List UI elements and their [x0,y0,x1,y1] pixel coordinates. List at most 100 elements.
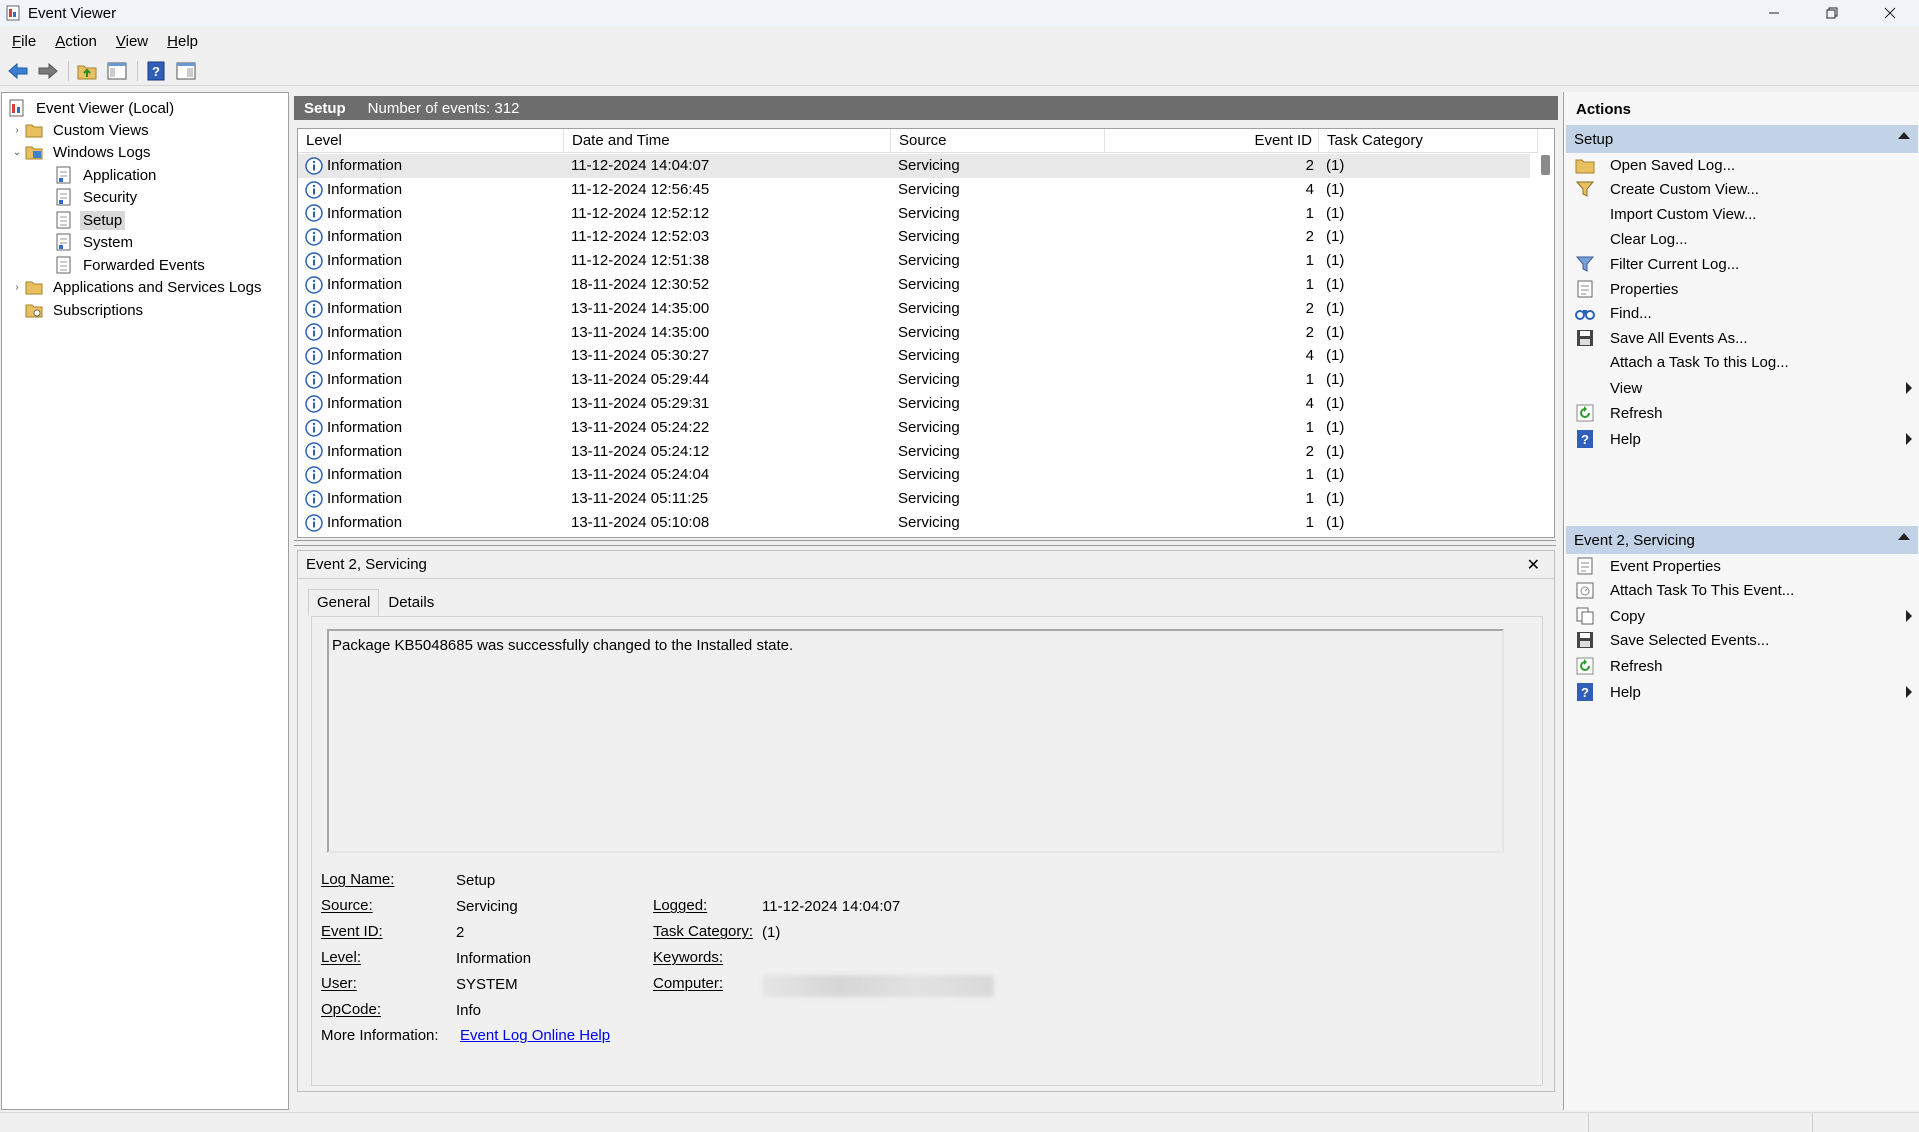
table-row[interactable]: Information 13-11-2024 05:29:31 Servicing 4… [298,392,1530,416]
close-icon[interactable]: ✕ [1527,555,1540,575]
tree-label: Windows Logs [53,143,151,161]
action-label: Attach Task To This Event... [1610,581,1795,599]
table-scrollbar[interactable] [1538,151,1552,537]
event-log-online-help-link[interactable]: Event Log Online Help [460,1027,610,1044]
action-attach-task-to-log[interactable]: Attach a Task To this Log... [1574,348,1914,376]
action-import-custom-view[interactable]: Import Custom View... [1574,200,1914,228]
tree-item-application[interactable]: Application [54,164,159,186]
tree-item-forwarded-events[interactable]: Forwarded Events [54,254,208,276]
action-find[interactable]: Find... [1574,299,1914,327]
table-row[interactable]: Information 18-11-2024 12:30:52 Servicing 1… [298,273,1530,297]
show-hide-tree-button[interactable] [105,59,129,83]
chevron-right-icon[interactable]: › [10,125,24,136]
chevron-down-icon[interactable]: ⌄ [10,147,24,158]
action-attach-task-to-event[interactable]: Attach Task To This Event... [1574,576,1914,604]
action-save-selected-events[interactable]: Save Selected Events... [1574,626,1914,654]
value-log-name: Setup [456,872,496,889]
table-row[interactable]: Information 13-11-2024 05:30:27 Servicing 4… [298,344,1530,368]
table-row[interactable]: Information 11-12-2024 12:51:38 Servicing 1… [298,249,1530,273]
svg-text:?: ? [1581,685,1589,700]
action-label: Import Custom View... [1610,205,1757,223]
value-task-category: (1) [762,924,781,941]
table-row[interactable]: Information 13-11-2024 05:29:44 Servicing 1… [298,368,1530,392]
pane-splitter[interactable] [294,540,1556,546]
table-row[interactable]: Information 13-11-2024 05:10:08 Servicing 1… [298,511,1530,535]
show-hide-action-pane-button[interactable] [174,59,198,83]
event-id-cell: 2 [1305,323,1314,341]
collapse-caret-icon[interactable] [1898,533,1910,540]
detail-title: Event 2, Servicing [306,556,427,573]
minimize-button[interactable] [1745,0,1803,26]
up-folder-button[interactable] [75,59,99,83]
tree-item-setup[interactable]: Setup [54,209,126,231]
column-level[interactable]: Level [298,129,564,153]
action-help[interactable]: ? Help [1574,678,1914,706]
action-help[interactable]: ? Help [1574,425,1914,453]
action-create-custom-view[interactable]: Create Custom View... [1574,175,1914,203]
task-clock-icon [1574,579,1596,601]
close-button[interactable] [1861,0,1919,26]
table-row[interactable]: Information 13-11-2024 05:24:12 Servicing 2… [298,440,1530,464]
status-segment [1588,1113,1589,1132]
collapse-caret-icon[interactable] [1898,132,1910,139]
table-row[interactable]: Information 13-11-2024 14:35:00 Servicing 2… [298,297,1530,321]
table-row[interactable]: Information 13-11-2024 05:11:25 Servicing 1… [298,487,1530,511]
column-task-category[interactable]: Task Category [1319,129,1538,153]
section-label: Setup [1574,130,1614,148]
menu-view[interactable]: View [116,33,148,50]
table-row[interactable]: Information 11-12-2024 12:52:03 Servicing 2… [298,225,1530,249]
table-row[interactable]: Information 13-11-2024 14:35:00 Servicing 2… [298,321,1530,345]
column-date-time[interactable]: Date and Time [564,129,891,153]
tree-item-subscriptions[interactable]: Subscriptions [24,299,146,321]
tree-item-custom-views[interactable]: › Custom Views [10,119,152,141]
submenu-arrow-icon [1906,382,1912,394]
chevron-right-icon[interactable]: › [10,282,24,293]
section-label: Event 2, Servicing [1574,531,1695,549]
tab-details[interactable]: Details [379,589,443,616]
table-row[interactable]: Information 11-12-2024 14:04:07 Servicing 2… [298,154,1530,178]
tree-item-security[interactable]: Security [54,186,140,208]
help-button[interactable]: ? [144,59,168,83]
task-category-cell: (1) [1326,466,1345,484]
event-description[interactable]: Package KB5048685 was successfully chang… [327,629,1504,853]
menu-file[interactable]: File [12,33,36,50]
action-label: Attach a Task To this Log... [1610,353,1789,371]
menu-bar: File Action View Help [0,28,217,54]
task-category-cell: (1) [1326,228,1345,246]
forward-button[interactable] [36,59,60,83]
tree-item-windows-logs[interactable]: ⌄ Windows Logs [10,141,154,163]
tree-root[interactable]: Event Viewer (Local) [7,97,177,119]
folder-up-icon [77,65,97,79]
detail-tabs: General Details [308,589,443,616]
tab-general[interactable]: General [308,589,380,616]
event-id-cell: 2 [1305,442,1314,460]
menu-action[interactable]: Action [55,33,97,50]
event-id-cell: 4 [1305,395,1314,412]
action-view[interactable]: View [1574,374,1914,402]
action-refresh[interactable]: Refresh [1574,652,1914,680]
menu-help[interactable]: Help [167,33,198,50]
action-label: Help [1610,683,1641,701]
action-filter-current-log[interactable]: Filter Current Log... [1574,250,1914,278]
action-refresh[interactable]: Refresh [1574,399,1914,427]
events-table: Level Date and Time Source Event ID Task… [297,128,1555,538]
back-button[interactable] [6,59,30,83]
table-row[interactable]: Information 13-11-2024 05:24:04 Servicing 1… [298,463,1530,487]
table-row[interactable]: Information 13-11-2024 05:24:22 Servicing 1… [298,416,1530,440]
table-row[interactable]: Information 11-12-2024 12:52:12 Servicing 1… [298,202,1530,226]
tree-item-system[interactable]: System [54,231,136,253]
tree-item-apps-services-logs[interactable]: › Applications and Services Logs [10,276,264,298]
task-category-cell: (1) [1326,157,1345,174]
submenu-arrow-icon [1906,610,1912,622]
actions-section-setup[interactable]: Setup [1566,125,1918,153]
column-event-id[interactable]: Event ID [1105,129,1319,153]
action-label: Copy [1610,607,1646,625]
restore-button[interactable] [1803,0,1861,26]
column-source[interactable]: Source [891,129,1105,153]
actions-section-event[interactable]: Event 2, Servicing [1566,526,1918,554]
blank-icon [1574,377,1596,399]
label-opcode: OpCode: [321,1001,382,1018]
action-clear-log[interactable]: Clear Log... [1574,225,1914,253]
table-row[interactable]: Information 11-12-2024 12:56:45 Servicing 4… [298,178,1530,202]
scrollbar-thumb[interactable] [1541,155,1550,175]
